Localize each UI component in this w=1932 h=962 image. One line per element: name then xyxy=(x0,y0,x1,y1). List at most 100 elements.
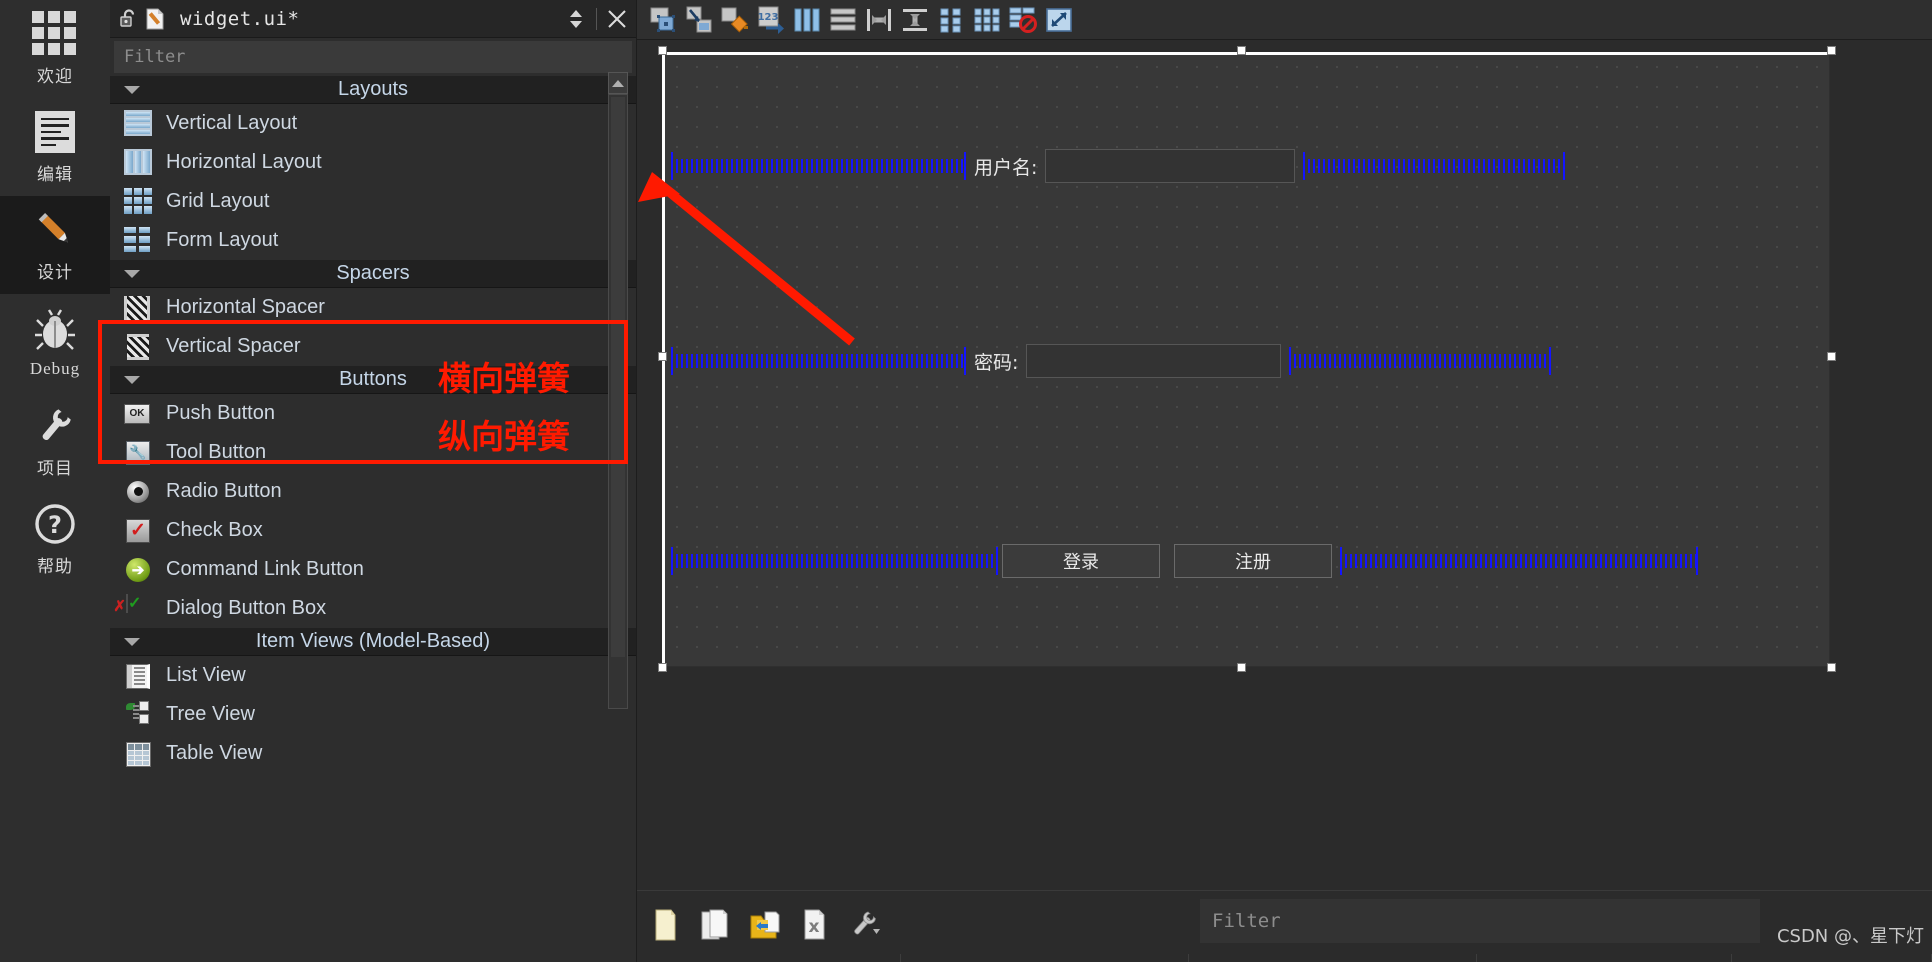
horizontal-spacer-left[interactable] xyxy=(671,347,966,375)
widget-item-radio-button[interactable]: Radio Button xyxy=(110,472,636,511)
resize-handle-bottom-center[interactable] xyxy=(1237,663,1246,672)
horizontal-layout-icon xyxy=(124,148,152,177)
resize-handle-bottom-right[interactable] xyxy=(1827,663,1836,672)
edit-tab-order-icon[interactable]: 123 xyxy=(755,4,787,36)
scrollbar-thumb[interactable] xyxy=(611,97,625,657)
wrench-dropdown-icon[interactable] xyxy=(845,903,885,947)
widget-group-layouts[interactable]: Layouts xyxy=(110,76,636,104)
horizontal-spacer-right[interactable] xyxy=(1340,547,1698,575)
resize-handle-top-center[interactable] xyxy=(1237,46,1246,55)
copy-resource-icon[interactable] xyxy=(695,903,735,947)
form-canvas[interactable]: 用户名: 密码: 登录 注册 xyxy=(637,40,1932,890)
horizontal-spacer-left[interactable] xyxy=(671,152,966,180)
widget-item-list-view[interactable]: List View xyxy=(110,656,636,695)
form-widget[interactable]: 用户名: 密码: 登录 注册 xyxy=(662,52,1830,667)
resize-handle-bottom-left[interactable] xyxy=(658,663,667,672)
widget-item-horizontal-layout[interactable]: Horizontal Layout xyxy=(110,143,636,182)
register-button[interactable]: 注册 xyxy=(1174,544,1332,578)
updown-chevrons-icon[interactable] xyxy=(563,6,589,32)
horizontal-spacer-right[interactable] xyxy=(1303,152,1566,180)
pencil-icon xyxy=(32,207,78,253)
widget-item-form-layout[interactable]: Form Layout xyxy=(110,221,636,260)
widget-group-label: Item Views (Model-Based) xyxy=(255,630,491,652)
form-row-username[interactable]: 用户名: xyxy=(663,149,1829,183)
chevron-up-icon xyxy=(612,79,624,87)
widget-item-check-box[interactable]: ✓ Check Box xyxy=(110,511,636,550)
remove-file-icon[interactable]: x xyxy=(795,903,835,947)
resize-handle-top-left[interactable] xyxy=(658,46,667,55)
widget-item-label: Vertical Layout xyxy=(166,112,298,134)
sidebar-item-projects[interactable]: 项目 xyxy=(0,392,110,490)
layout-splitter-h-icon[interactable] xyxy=(863,4,895,36)
widget-item-grid-layout[interactable]: Grid Layout xyxy=(110,182,636,221)
edit-signals-slots-icon[interactable] xyxy=(683,4,715,36)
unlocked-padlock-icon[interactable] xyxy=(116,6,142,32)
widget-group-item-views[interactable]: Item Views (Model-Based) xyxy=(110,628,636,656)
spacer-bar xyxy=(671,354,966,368)
widget-box-filter-input[interactable]: Filter xyxy=(114,41,632,73)
resize-handle-top-right[interactable] xyxy=(1827,46,1836,55)
horizontal-spacer-right[interactable] xyxy=(1289,347,1552,375)
toolbar-divider xyxy=(596,7,597,30)
widget-group-buttons[interactable]: Buttons xyxy=(110,366,636,394)
widget-item-tree-view[interactable]: Tree View xyxy=(110,695,636,734)
widget-item-horizontal-spacer[interactable]: Horizontal Spacer xyxy=(110,288,636,327)
password-input[interactable] xyxy=(1026,344,1282,378)
resize-handle-middle-left[interactable] xyxy=(658,352,667,361)
close-icon[interactable] xyxy=(604,6,630,32)
open-folder-import-icon[interactable] xyxy=(745,903,785,947)
spacer-bar xyxy=(1289,354,1552,368)
widget-group-label: Spacers xyxy=(336,262,410,284)
layout-vertically-icon[interactable] xyxy=(827,4,859,36)
form-selection-top-edge xyxy=(662,52,1830,55)
widget-item-command-link-button[interactable]: ➔ Command Link Button xyxy=(110,550,636,589)
sidebar-item-welcome[interactable]: 欢迎 xyxy=(0,0,110,98)
widget-item-vertical-spacer[interactable]: Vertical Spacer xyxy=(110,327,636,366)
edit-widgets-icon[interactable] xyxy=(647,4,679,36)
document-lines-icon xyxy=(32,109,78,155)
command-link-button-icon: ➔ xyxy=(124,556,152,584)
spacer-cap-right xyxy=(1563,152,1566,180)
form-row-password[interactable]: 密码: xyxy=(663,344,1829,378)
wrench-icon xyxy=(32,403,78,449)
layout-form-icon[interactable] xyxy=(935,4,967,36)
sidebar-item-edit[interactable]: 编辑 xyxy=(0,98,110,196)
widget-item-dialog-button-box[interactable]: ✓ ✗ Dialog Button Box xyxy=(110,589,636,628)
layout-grid-icon[interactable] xyxy=(971,4,1003,36)
sidebar-item-help[interactable]: ? 帮助 xyxy=(0,490,110,588)
new-file-icon[interactable] xyxy=(645,903,685,947)
watermark-text: CSDN @、星下灯 xyxy=(1776,926,1924,947)
tool-button-icon: 🔧 xyxy=(124,439,152,467)
resize-handle-middle-right[interactable] xyxy=(1827,352,1836,361)
sidebar-item-design[interactable]: 设计 xyxy=(0,196,110,294)
widget-item-table-view[interactable]: Table View xyxy=(110,734,636,773)
spacer-bar xyxy=(671,159,966,173)
vertical-spacer-icon xyxy=(124,333,152,361)
form-row-buttons[interactable]: 登录 注册 xyxy=(663,544,1829,578)
spacer-bar xyxy=(671,554,998,568)
resource-toolbar-icons: x xyxy=(645,903,885,947)
widget-box-list[interactable]: Layouts Vertical Layout Horizontal Layou… xyxy=(110,76,636,962)
spacer-cap-right xyxy=(964,347,966,375)
break-layout-icon[interactable] xyxy=(1007,4,1039,36)
widget-box-scrollbar[interactable] xyxy=(608,94,628,709)
sidebar-item-label: 设计 xyxy=(37,263,73,283)
layout-horizontally-icon[interactable] xyxy=(791,4,823,36)
widget-group-spacers[interactable]: Spacers xyxy=(110,260,636,288)
widget-item-tool-button[interactable]: 🔧 Tool Button xyxy=(110,433,636,472)
adjust-size-icon[interactable] xyxy=(1043,4,1075,36)
widget-item-label: Command Link Button xyxy=(166,558,364,580)
login-button[interactable]: 登录 xyxy=(1002,544,1160,578)
widget-item-vertical-layout[interactable]: Vertical Layout xyxy=(110,104,636,143)
edit-buddies-icon[interactable] xyxy=(719,4,751,36)
horizontal-spacer-left[interactable] xyxy=(671,547,998,575)
username-input[interactable] xyxy=(1045,149,1296,183)
bottom-filter-input[interactable]: Filter xyxy=(1200,899,1760,943)
ui-file-pencil-icon[interactable] xyxy=(142,6,168,32)
widget-item-label: Tool Button xyxy=(166,441,267,463)
widget-item-push-button[interactable]: OK Push Button xyxy=(110,394,636,433)
scroll-up-button[interactable] xyxy=(608,72,628,94)
sidebar-item-label: 项目 xyxy=(37,459,73,479)
layout-splitter-v-icon[interactable] xyxy=(899,4,931,36)
sidebar-item-debug[interactable]: Debug xyxy=(0,294,110,392)
